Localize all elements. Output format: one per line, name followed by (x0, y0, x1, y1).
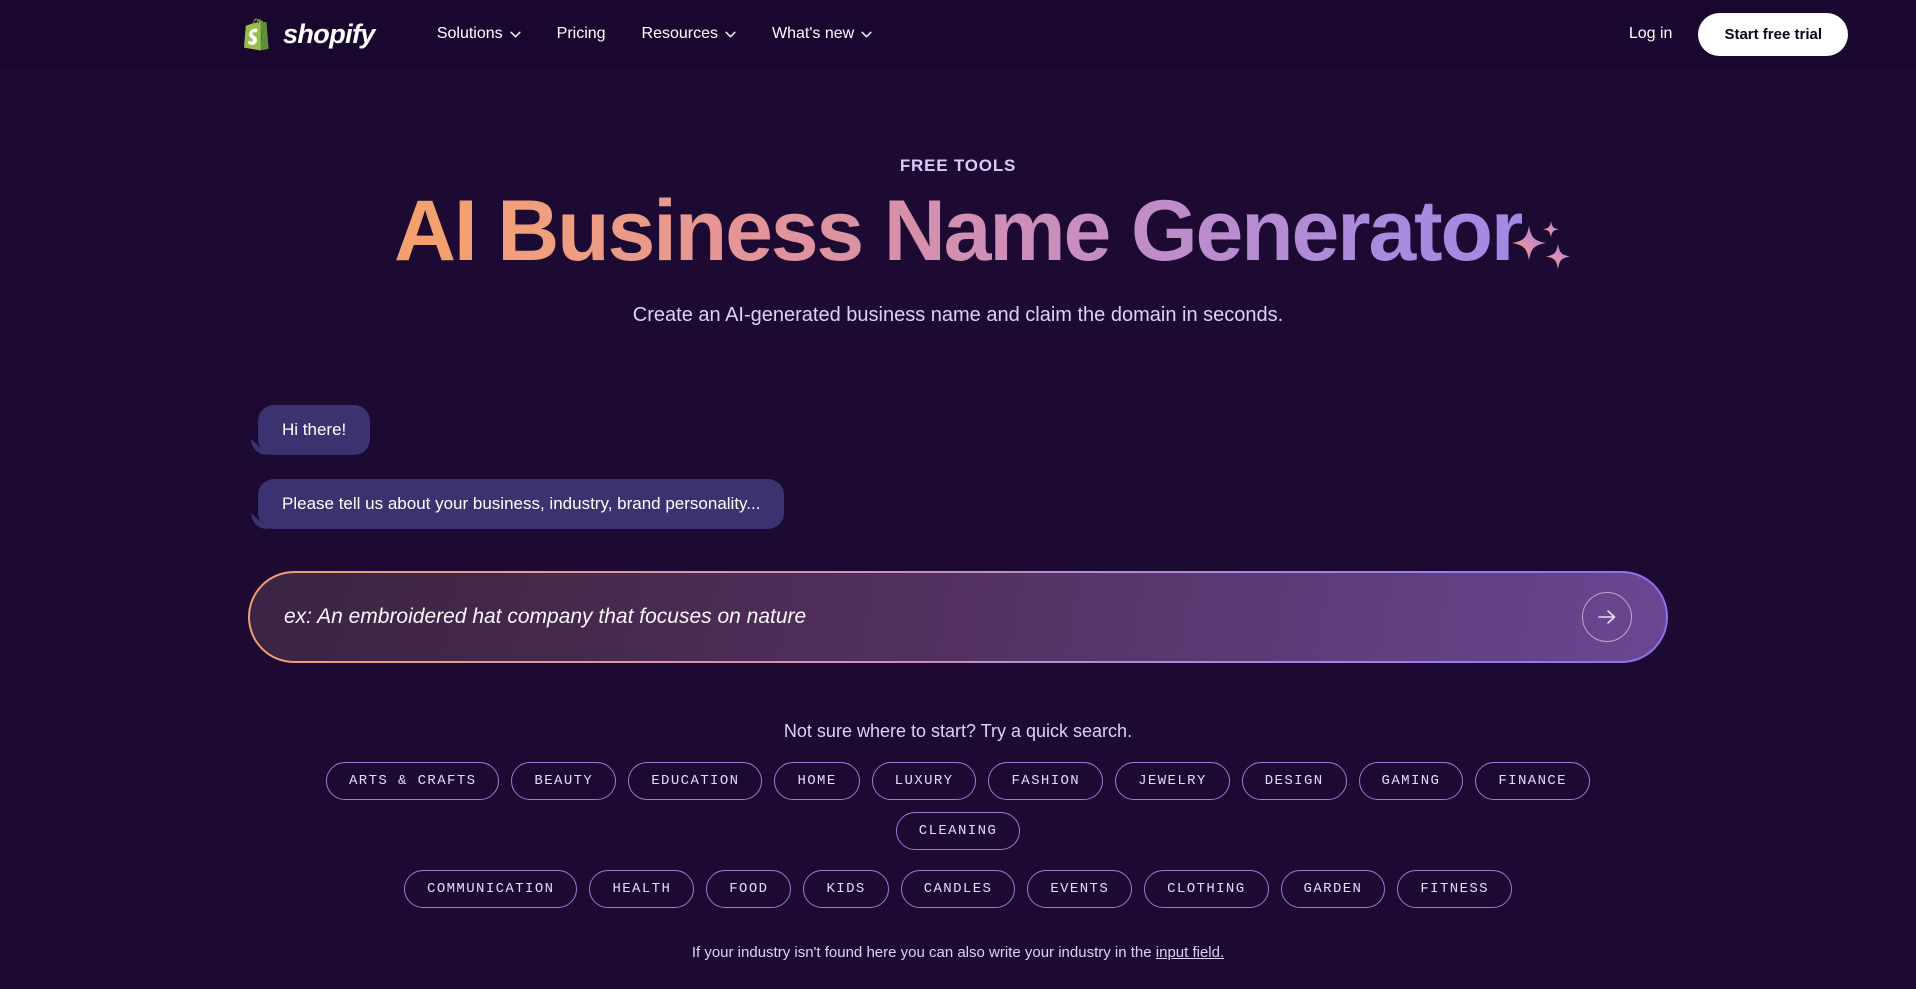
sparkles-icon (1512, 221, 1570, 269)
chat-thread: Hi there! Please tell us about your busi… (248, 405, 1668, 530)
industry-chip-communication[interactable]: COMMUNICATION (404, 870, 578, 909)
nav-item-solutions[interactable]: Solutions (437, 26, 521, 42)
industry-chip-finance[interactable]: FINANCE (1475, 762, 1590, 801)
chevron-down-icon (861, 31, 872, 38)
chat-row: Please tell us about your business, indu… (258, 479, 1668, 530)
log-in-link[interactable]: Log in (1629, 25, 1673, 43)
page-subtitle: Create an AI-generated business name and… (632, 304, 1284, 327)
arrow-right-icon (1598, 610, 1616, 624)
chat-bubble-greeting: Hi there! (258, 405, 371, 456)
input-field-link[interactable]: input field. (1156, 944, 1224, 961)
eyebrow-label: FREE TOOLS (899, 156, 1017, 175)
footnote: If your industry isn't found here you ca… (0, 944, 1916, 961)
quick-search-section: Not sure where to start? Try a quick sea… (0, 721, 1916, 909)
prompt-input[interactable] (284, 605, 1582, 630)
industry-chip-jewelry[interactable]: JEWELRY (1115, 762, 1230, 801)
nav-item-resources[interactable]: Resources (642, 26, 736, 42)
nav-label: Pricing (556, 25, 606, 42)
industry-chip-beauty[interactable]: BEAUTY (511, 762, 617, 801)
site-header: shopify Solutions Pricing Resources What… (0, 0, 1916, 68)
industry-chips-row-1: ARTS & CRAFTS BEAUTY EDUCATION HOME LUXURY FA… (0, 762, 1916, 851)
shopify-wordmark: shopify (283, 18, 375, 49)
hero-section: FREE TOOLS AI Business Name Generator Cr… (0, 68, 1916, 327)
industry-chip-gaming[interactable]: GAMING (1358, 762, 1464, 801)
industry-chip-fashion[interactable]: FASHION (988, 762, 1104, 801)
start-free-trial-button[interactable]: Start free trial (1698, 12, 1848, 56)
nav-label: Resources (641, 25, 719, 42)
industry-chip-education[interactable]: EDUCATION (628, 762, 763, 801)
industry-chip-arts-crafts[interactable]: ARTS & CRAFTS (326, 762, 500, 801)
main-nav: Solutions Pricing Resources What's new (437, 26, 872, 42)
nav-label: Solutions (436, 25, 503, 42)
chevron-down-icon (510, 31, 521, 38)
nav-item-whats-new[interactable]: What's new (772, 26, 872, 42)
chat-bubble-prompt: Please tell us about your business, indu… (258, 479, 785, 530)
industry-chip-fitness[interactable]: FITNESS (1397, 870, 1512, 909)
submit-button[interactable] (1582, 592, 1632, 643)
industry-chips-row-2: COMMUNICATION HEALTH FOOD KIDS CANDLES EVENTS… (0, 870, 1916, 909)
industry-chip-cleaning[interactable]: CLEANING (895, 812, 1021, 851)
footnote-text: If your industry isn't found here you ca… (691, 944, 1156, 962)
industry-chip-luxury[interactable]: LUXURY (871, 762, 977, 801)
quick-search-label: Not sure where to start? Try a quick sea… (783, 721, 1133, 742)
industry-chip-home[interactable]: HOME (774, 762, 860, 801)
industry-chip-design[interactable]: DESIGN (1241, 762, 1347, 801)
chat-row: Hi there! (258, 405, 1668, 456)
prompt-input-container (248, 571, 1668, 664)
nav-label: What's new (772, 25, 855, 42)
industry-chip-food[interactable]: FOOD (706, 870, 792, 909)
industry-chip-clothing[interactable]: CLOTHING (1144, 870, 1269, 909)
header-actions: Log in Start free trial (1629, 12, 1848, 56)
industry-chip-health[interactable]: HEALTH (589, 870, 695, 909)
page-title: AI Business Name Generator (393, 183, 1524, 279)
shopify-logo[interactable]: shopify (244, 17, 375, 51)
industry-chip-candles[interactable]: CANDLES (900, 870, 1016, 909)
nav-item-pricing[interactable]: Pricing (557, 26, 606, 42)
industry-chip-garden[interactable]: GARDEN (1280, 870, 1386, 909)
industry-chip-kids[interactable]: KIDS (803, 870, 889, 909)
chevron-down-icon (725, 31, 736, 38)
industry-chip-events[interactable]: EVENTS (1027, 870, 1133, 909)
headline-row: AI Business Name Generator (0, 182, 1916, 280)
prompt-input-inner (250, 573, 1666, 662)
shopify-bag-icon (244, 18, 269, 51)
page-root: shopify Solutions Pricing Resources What… (0, 0, 1916, 989)
